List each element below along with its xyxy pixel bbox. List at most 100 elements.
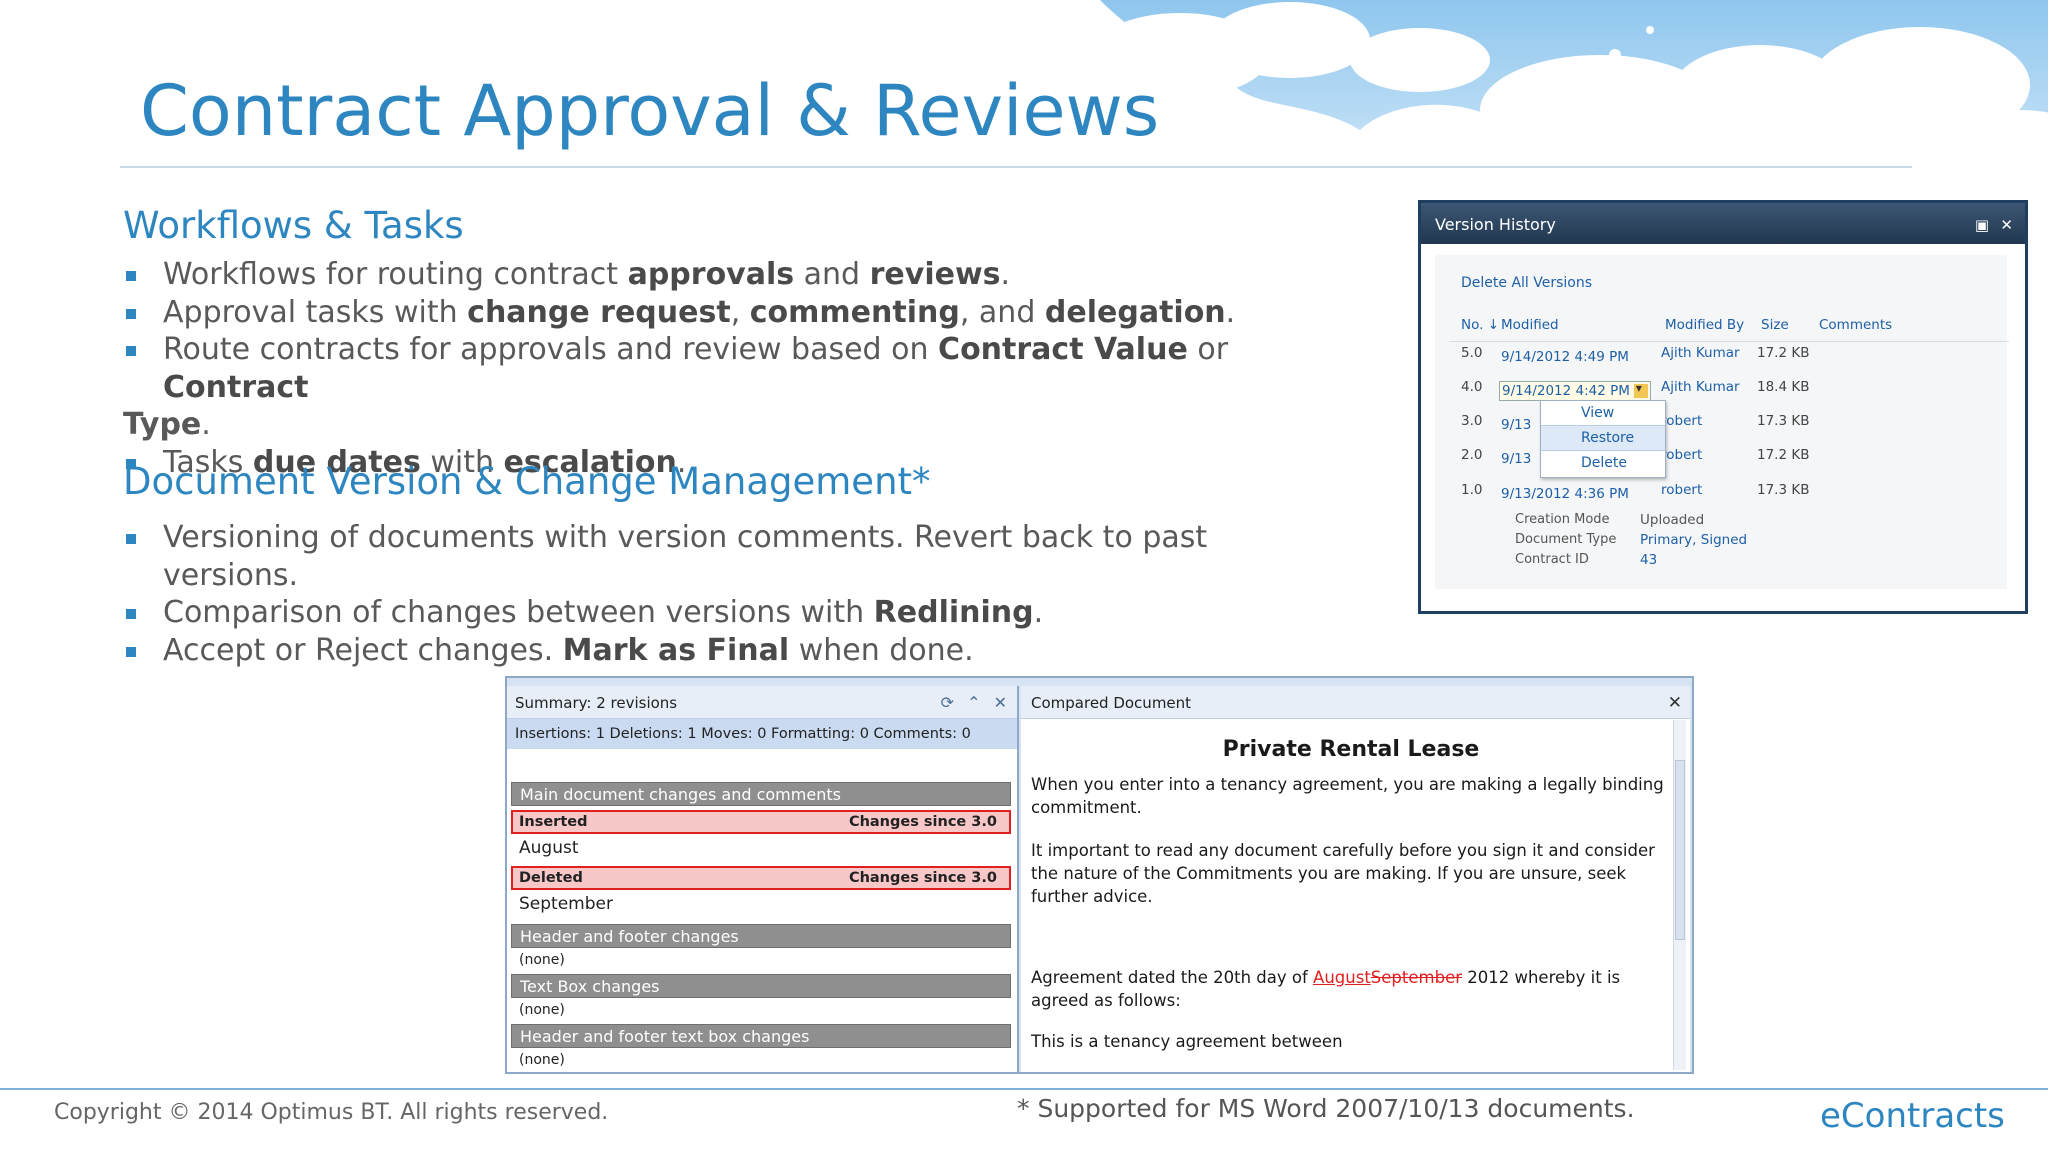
close-icon[interactable]: ✕ — [1668, 686, 1682, 720]
scrollbar-thumb[interactable] — [1675, 760, 1685, 940]
document-heading: Private Rental Lease — [1222, 737, 1480, 762]
summary-title: Summary: 2 revisions — [515, 694, 678, 712]
version-size: 17.3 KB — [1757, 413, 1810, 429]
document-paragraph: When you enter into a tenancy agreement,… — [1031, 775, 1664, 817]
version-size: 17.2 KB — [1757, 345, 1810, 361]
compared-document-pane: Compared Document ✕ Private Rental Lease… — [1021, 686, 1690, 1072]
bullet-item: Route contracts for approvals and review… — [123, 331, 1303, 406]
meta-value: 43 — [1640, 552, 1658, 568]
group-value: (none) — [519, 1002, 565, 1018]
title-divider — [120, 166, 1912, 168]
pane-controls: ⟳ ⌃ ✕ — [941, 686, 1007, 720]
dropdown-arrow-icon[interactable] — [1633, 381, 1648, 398]
compared-document-header: Compared Document ✕ — [1021, 686, 1690, 719]
change-text: August — [519, 838, 579, 858]
menu-item-view[interactable]: View — [1541, 401, 1665, 425]
bullet-continuation: Type. — [123, 407, 211, 442]
bullet-item: Workflows for routing contract approvals… — [123, 256, 1303, 294]
table-row: 1.0 9/13/2012 4:36 PM robert 17.3 KB — [1449, 482, 2009, 512]
section-heading-versioning: Document Version & Change Management* — [123, 460, 931, 503]
version-table-header: No. ↓ Modified Modified By Size Comments — [1449, 317, 2009, 342]
change-type: Inserted — [519, 814, 588, 830]
meta-label: Contract ID — [1515, 552, 1589, 567]
version-size: 17.3 KB — [1757, 482, 1810, 498]
change-type: Deleted — [519, 870, 583, 886]
modified-by-link[interactable]: robert — [1661, 447, 1702, 463]
version-date-link[interactable]: 9/14/2012 4:42 PM — [1502, 383, 1630, 399]
version-date-selected[interactable]: 9/14/2012 4:42 PM — [1499, 381, 1651, 401]
word-compare-window: Summary: 2 revisions ⟳ ⌃ ✕ Insertions: 1… — [505, 676, 1694, 1074]
version-number: 4.0 — [1461, 379, 1483, 395]
meta-label: Document Type — [1515, 532, 1617, 547]
version-context-menu: View Restore Delete — [1540, 400, 1666, 478]
change-inserted[interactable]: Inserted Changes since 3.0 — [511, 810, 1011, 834]
maximize-icon[interactable]: ▣ — [1975, 203, 1989, 247]
copyright-text: Copyright © 2014 Optimus BT. All rights … — [54, 1100, 609, 1125]
bullet-list-versioning: Versioning of documents with version com… — [123, 519, 1303, 669]
close-icon[interactable]: ✕ — [994, 693, 1007, 712]
version-date-link[interactable]: 9/13/2012 4:36 PM — [1501, 486, 1629, 502]
column-header-comments[interactable]: Comments — [1819, 317, 1892, 333]
version-date-link[interactable]: 9/13 — [1501, 451, 1531, 467]
document-paragraph: It important to read any document carefu… — [1031, 841, 1655, 906]
modified-by-link[interactable]: Ajith Kumar — [1661, 379, 1740, 395]
vertical-scrollbar[interactable] — [1673, 720, 1686, 1070]
bullet-item: Accept or Reject changes. Mark as Final … — [123, 632, 1303, 670]
version-history-dialog: Version History ▣ ✕ Delete All Versions … — [1418, 200, 2028, 614]
change-since: Changes since 3.0 — [848, 870, 997, 886]
reviewing-pane: Summary: 2 revisions ⟳ ⌃ ✕ Insertions: 1… — [507, 686, 1019, 1072]
modified-by-link[interactable]: robert — [1661, 413, 1702, 429]
document-body[interactable]: Private Rental Lease When you enter into… — [1031, 726, 1671, 1073]
document-paragraph: Agreement dated the 20th day of AugustSe… — [1031, 968, 1621, 1010]
change-since: Changes since 3.0 — [848, 814, 997, 830]
bullet-item: Comparison of changes between versions w… — [123, 594, 1303, 632]
menu-item-delete[interactable]: Delete — [1541, 451, 1665, 475]
column-header-no[interactable]: No. ↓ — [1461, 317, 1499, 333]
group-header-footer-text-box[interactable]: Header and footer text box changes — [511, 1024, 1011, 1048]
menu-item-restore[interactable]: Restore — [1541, 425, 1665, 451]
page-title: Contract Approval & Reviews — [140, 70, 1160, 152]
footnote-text: * Supported for MS Word 2007/10/13 docum… — [1017, 1094, 1635, 1123]
version-size: 18.4 KB — [1757, 379, 1810, 395]
bullet-item: Versioning of documents with version com… — [123, 519, 1303, 594]
group-value: (none) — [519, 1052, 565, 1068]
version-number: 2.0 — [1461, 447, 1483, 463]
modified-by-link[interactable]: robert — [1661, 482, 1702, 498]
column-header-size[interactable]: Size — [1761, 317, 1789, 333]
change-deleted[interactable]: Deleted Changes since 3.0 — [511, 866, 1011, 890]
section-heading-workflows: Workflows & Tasks — [123, 204, 464, 247]
dialog-title: Version History — [1435, 215, 1556, 234]
group-text-box[interactable]: Text Box changes — [511, 974, 1011, 998]
version-size: 17.2 KB — [1757, 447, 1810, 463]
modified-by-link[interactable]: Ajith Kumar — [1661, 345, 1740, 361]
change-text: September — [519, 894, 613, 914]
version-date-link[interactable]: 9/13 — [1501, 417, 1531, 433]
deleted-text[interactable]: September — [1371, 968, 1462, 987]
version-number: 3.0 — [1461, 413, 1483, 429]
close-icon[interactable]: ✕ — [2000, 203, 2013, 247]
version-number: 5.0 — [1461, 345, 1483, 361]
meta-label: Creation Mode — [1515, 512, 1610, 527]
footer-divider — [0, 1088, 2048, 1090]
bullet-list-workflows: Workflows for routing contract approvals… — [123, 256, 1303, 481]
version-number: 1.0 — [1461, 482, 1483, 498]
delete-all-versions-link[interactable]: Delete All Versions — [1461, 275, 1592, 291]
refresh-icon[interactable]: ⟳ — [941, 693, 954, 712]
bullet-item: Approval tasks with change request, comm… — [123, 294, 1303, 332]
group-header-footer[interactable]: Header and footer changes — [511, 924, 1011, 948]
table-row: 5.0 9/14/2012 4:49 PM Ajith Kumar 17.2 K… — [1449, 345, 2009, 375]
reviewing-pane-header: Summary: 2 revisions ⟳ ⌃ ✕ — [507, 686, 1017, 719]
brand-logo: eContracts — [1820, 1096, 2005, 1136]
column-header-modified-by[interactable]: Modified By — [1665, 317, 1744, 333]
version-date-link[interactable]: 9/14/2012 4:49 PM — [1501, 349, 1629, 365]
revision-stats: Insertions: 1 Deletions: 1 Moves: 0 Form… — [507, 719, 1017, 749]
table-row: 2.0 9/13 robert 17.2 KB — [1449, 447, 2009, 477]
inserted-text[interactable]: August — [1313, 968, 1371, 987]
cloud-background — [1060, 0, 2048, 180]
document-paragraph: This is a tenancy agreement between — [1031, 1032, 1343, 1051]
column-header-modified[interactable]: Modified — [1501, 317, 1559, 333]
collapse-icon[interactable]: ⌃ — [967, 693, 980, 712]
group-main-document[interactable]: Main document changes and comments — [511, 782, 1011, 806]
dialog-titlebar: Version History ▣ ✕ — [1421, 203, 2025, 244]
table-row: 4.0 9/14/2012 4:42 PM Ajith Kumar 18.4 K… — [1449, 379, 2009, 409]
